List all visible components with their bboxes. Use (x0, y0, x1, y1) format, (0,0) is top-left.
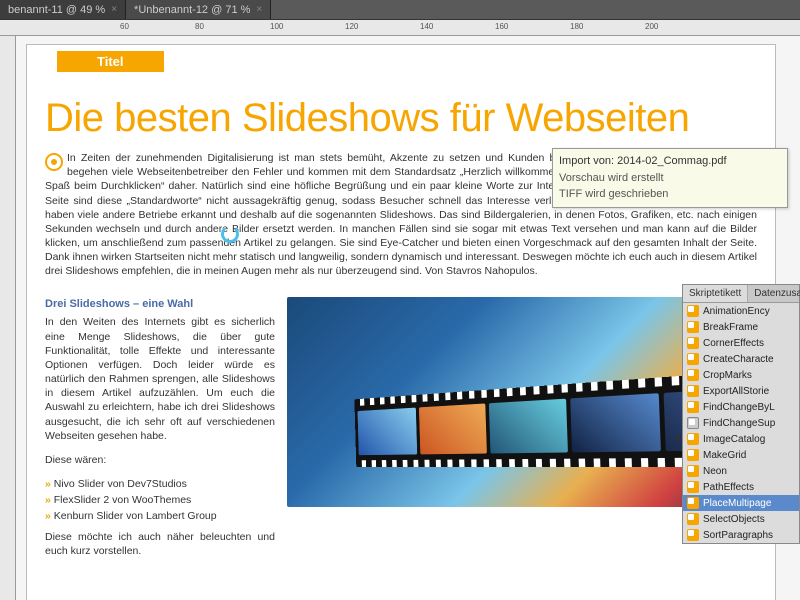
script-list[interactable]: AnimationEncy BreakFrame CornerEffects Crea… (683, 303, 799, 543)
tab-label: benannt-11 @ 49 % (8, 4, 105, 16)
workspace: Titel Die besten Slideshows für Webseite… (0, 36, 800, 600)
script-icon (687, 337, 699, 349)
script-icon (687, 497, 699, 509)
ruler-tick: 160 (495, 22, 508, 31)
script-label: BreakFrame (703, 322, 758, 333)
script-item[interactable]: CropMarks (683, 367, 799, 383)
sub-heading: Drei Slideshows – eine Wahl (45, 297, 275, 312)
script-item[interactable]: SelectObjects (683, 511, 799, 527)
vertical-ruler[interactable] (0, 36, 16, 600)
panel-tab-scriptlabel[interactable]: Skriptetikett (683, 285, 748, 302)
script-icon (687, 529, 699, 541)
ruler-tick: 180 (570, 22, 583, 31)
script-icon (687, 305, 699, 317)
script-label: AnimationEncy (703, 306, 770, 317)
script-icon (687, 385, 699, 397)
headline[interactable]: Die besten Slideshows für Webseiten (45, 96, 757, 141)
close-icon[interactable]: × (256, 4, 262, 15)
script-icon (687, 369, 699, 381)
paragraph: Diese wären: (45, 453, 275, 467)
tooltip-title: Import von: 2014-02_Commag.pdf (559, 153, 781, 170)
script-item[interactable]: AnimationEncy (683, 303, 799, 319)
script-label: ImageCatalog (703, 434, 765, 445)
list-item: FlexSlider 2 von WooThemes (45, 493, 275, 507)
script-icon (687, 449, 699, 461)
script-item[interactable]: CornerEffects (683, 335, 799, 351)
script-item[interactable]: ExportAllStorie (683, 383, 799, 399)
close-icon[interactable]: × (111, 4, 117, 15)
script-item[interactable]: SortParagraphs (683, 527, 799, 543)
tab-label: *Unbenannt-12 @ 71 % (134, 4, 250, 16)
page[interactable]: Titel Die besten Slideshows für Webseite… (26, 44, 776, 600)
busy-cursor-icon (221, 225, 239, 243)
script-icon (687, 465, 699, 477)
document-tabs: benannt-11 @ 49 % × *Unbenannt-12 @ 71 %… (0, 0, 800, 20)
ruler-tick: 200 (645, 22, 658, 31)
panel-tab-datamerge[interactable]: Datenzusamm (748, 285, 800, 302)
script-icon (687, 433, 699, 445)
bullet-list: Nivo Slider von Dev7Studios FlexSlider 2… (45, 477, 275, 524)
script-label: SortParagraphs (703, 530, 773, 541)
horizontal-ruler[interactable]: 60 80 100 120 140 160 180 200 (0, 20, 800, 36)
script-item[interactable]: PlaceMultipage (683, 495, 799, 511)
script-item[interactable]: FindChangeByL (683, 399, 799, 415)
script-label: FindChangeByL (703, 402, 775, 413)
panel-collapse-icon[interactable]: ◂ (674, 430, 680, 444)
paragraph: In den Weiten des Internets gibt es sich… (45, 315, 275, 443)
ruler-tick: 100 (270, 22, 283, 31)
left-column[interactable]: Drei Slideshows – eine Wahl In den Weite… (45, 297, 275, 568)
ruler-tick: 60 (120, 22, 129, 31)
list-item: Kenburn Slider von Lambert Group (45, 509, 275, 523)
tooltip-line: Vorschau wird erstellt (559, 170, 781, 187)
ruler-tick: 120 (345, 22, 358, 31)
script-label: MakeGrid (703, 450, 746, 461)
import-progress-tooltip: Import von: 2014-02_Commag.pdf Vorschau … (552, 148, 788, 208)
script-label: ExportAllStorie (703, 386, 769, 397)
script-label: Neon (703, 466, 727, 477)
script-item[interactable]: PathEffects (683, 479, 799, 495)
script-item[interactable]: CreateCharacte (683, 351, 799, 367)
script-label: CreateCharacte (703, 354, 774, 365)
ruler-tick: 80 (195, 22, 204, 31)
script-label: SelectObjects (703, 514, 765, 525)
scripts-panel: Skriptetikett Datenzusamm AnimationEncy B… (682, 284, 800, 544)
folder-icon (687, 417, 699, 429)
script-icon (687, 481, 699, 493)
script-label: CropMarks (703, 370, 752, 381)
script-item[interactable]: FindChangeSup (683, 415, 799, 431)
script-label: CornerEffects (703, 338, 764, 349)
script-icon (687, 321, 699, 333)
script-icon (687, 513, 699, 525)
script-item[interactable]: MakeGrid (683, 447, 799, 463)
title-placeholder[interactable]: Titel (57, 51, 164, 72)
script-label: PlaceMultipage (703, 498, 771, 509)
ruler-tick: 140 (420, 22, 433, 31)
list-item: Nivo Slider von Dev7Studios (45, 477, 275, 491)
script-label: FindChangeSup (703, 418, 775, 429)
script-item[interactable]: Neon (683, 463, 799, 479)
script-item[interactable]: BreakFrame (683, 319, 799, 335)
script-item[interactable]: ImageCatalog (683, 431, 799, 447)
paragraph: Diese möchte ich auch näher beleuchten u… (45, 530, 275, 558)
tooltip-line: TIFF wird geschrieben (559, 186, 781, 203)
script-icon (687, 401, 699, 413)
bullet-icon (45, 153, 63, 171)
script-label: PathEffects (703, 482, 754, 493)
script-icon (687, 353, 699, 365)
document-tab[interactable]: *Unbenannt-12 @ 71 % × (126, 0, 271, 19)
document-tab[interactable]: benannt-11 @ 49 % × (0, 0, 126, 19)
panel-tabs: Skriptetikett Datenzusamm (683, 285, 799, 303)
